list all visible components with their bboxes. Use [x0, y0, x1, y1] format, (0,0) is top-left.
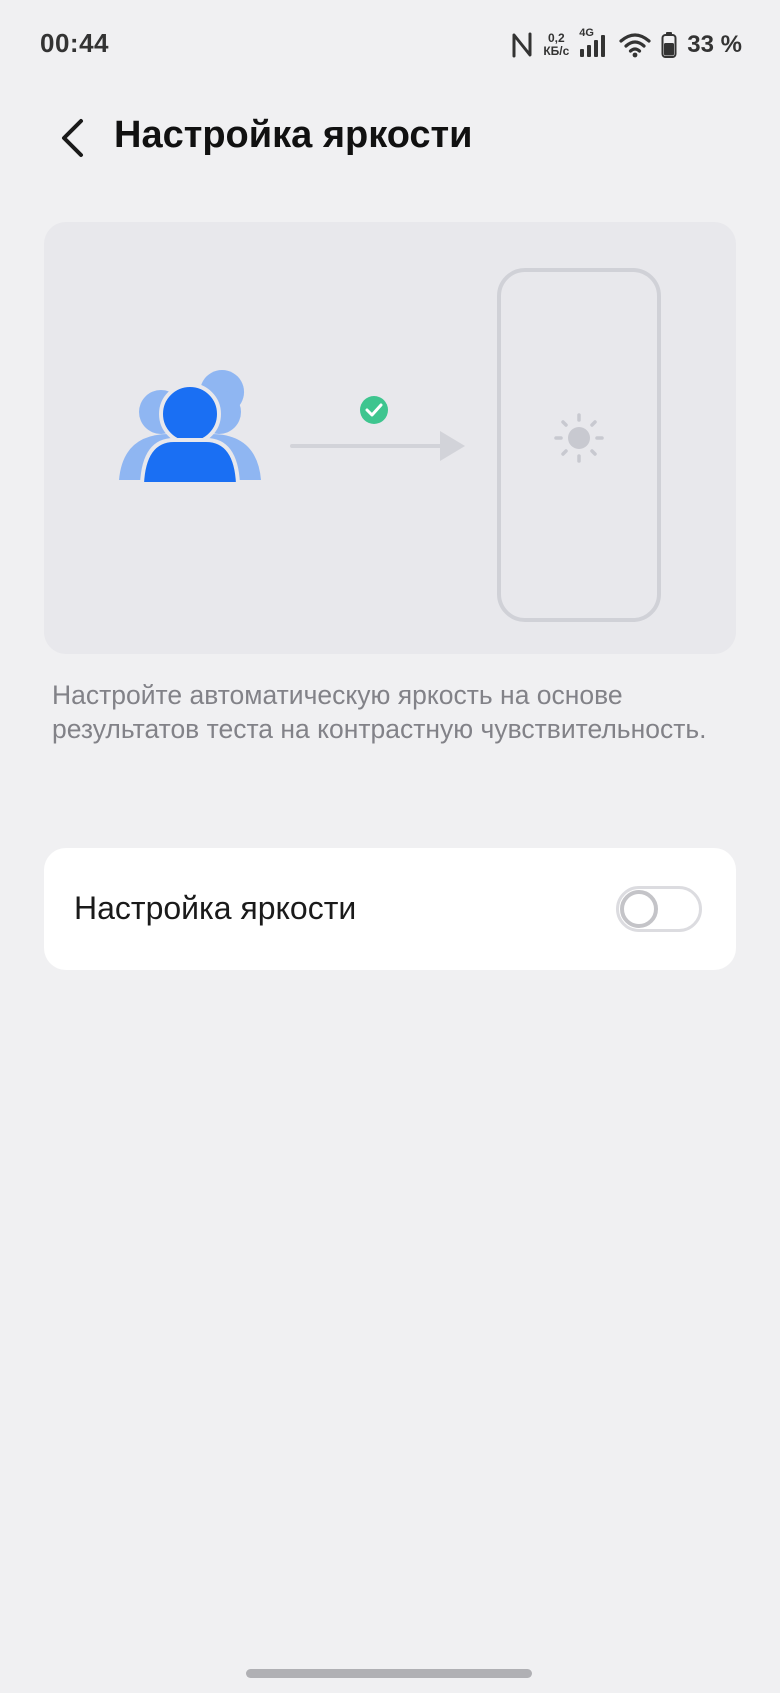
status-bar: 00:44 0,2 КБ/с 4G 33 %	[0, 0, 780, 90]
page-title: Настройка яркости	[114, 114, 473, 156]
home-indicator[interactable]	[246, 1669, 532, 1678]
status-time: 00:44	[40, 28, 109, 58]
net-speed-unit: КБ/с	[543, 44, 570, 58]
net-speed: 0,2 КБ/с	[543, 32, 569, 58]
illustration-card	[44, 222, 736, 654]
header: Настройка яркости	[0, 100, 780, 180]
nfc-icon	[511, 32, 533, 58]
back-button[interactable]	[48, 116, 96, 164]
signal-icon: 4G	[579, 27, 609, 59]
users-icon	[116, 370, 268, 490]
check-circle-icon	[360, 396, 388, 424]
brightness-setting-row[interactable]: Настройка яркости	[44, 848, 736, 970]
status-icons: 0,2 КБ/с 4G 33 %	[511, 27, 742, 62]
battery-percent: 33 %	[687, 31, 742, 58]
arrow-right-icon	[290, 431, 465, 461]
setting-label: Настройка яркости	[74, 890, 357, 926]
description-text: Настройте автоматическую яркость на осно…	[52, 680, 707, 744]
network-type-label: 4G	[579, 27, 594, 39]
battery-icon	[661, 31, 677, 59]
wifi-icon	[619, 32, 651, 58]
toggle-knob	[620, 890, 658, 928]
brightness-toggle[interactable]	[616, 886, 702, 932]
chevron-left-icon	[57, 117, 87, 164]
sun-icon	[554, 413, 604, 463]
